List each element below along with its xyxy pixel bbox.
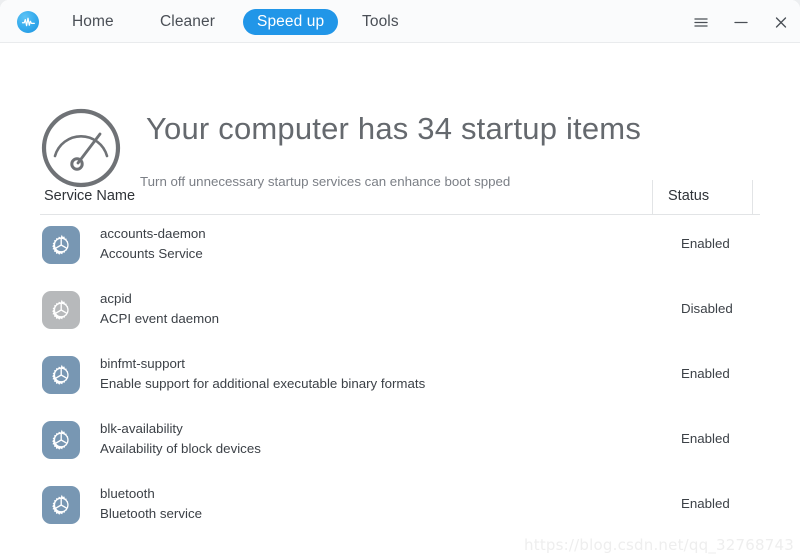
service-description: Bluetooth service xyxy=(100,506,202,521)
nav-item-home[interactable]: Home xyxy=(72,10,114,34)
table-row[interactable]: accounts-daemon Accounts Service Enabled xyxy=(0,215,800,280)
table-row[interactable]: bluetooth Bluetooth service Enabled xyxy=(0,475,800,540)
service-description: Enable support for additional executable… xyxy=(100,376,426,391)
watermark: https://blog.csdn.net/qq_32768743 xyxy=(524,536,794,554)
service-name: accounts-daemon xyxy=(100,226,206,241)
column-header-service-name[interactable]: Service Name xyxy=(44,188,135,204)
table-body: accounts-daemon Accounts Service Enabled xyxy=(0,215,800,540)
service-name: acpid xyxy=(100,291,132,306)
service-name: binfmt-support xyxy=(100,356,185,371)
column-divider-right xyxy=(752,180,753,215)
gear-icon xyxy=(42,226,80,264)
service-description: Accounts Service xyxy=(100,246,203,261)
close-icon[interactable] xyxy=(770,11,792,33)
column-divider-left xyxy=(652,180,653,215)
gear-icon xyxy=(42,421,80,459)
gear-icon xyxy=(42,356,80,394)
gear-icon xyxy=(42,291,80,329)
service-description: ACPI event daemon xyxy=(100,311,220,326)
nav-item-speed-up[interactable]: Speed up xyxy=(243,9,339,35)
gear-icon xyxy=(42,486,80,524)
table-row[interactable]: binfmt-support Enable support for additi… xyxy=(0,345,800,410)
nav-item-tools[interactable]: Tools xyxy=(362,10,399,34)
service-description: Availability of block devices xyxy=(100,441,261,456)
service-name: blk-availability xyxy=(100,421,183,436)
app-window: Home Cleaner Speed up Tools Your compute… xyxy=(0,0,800,560)
startup-services-table: Service Name Status accounts-daemon Acco… xyxy=(0,180,800,540)
table-row[interactable]: blk-availability Availability of block d… xyxy=(0,410,800,475)
service-name: bluetooth xyxy=(100,486,155,501)
table-row[interactable]: acpid ACPI event daemon Disabled xyxy=(0,280,800,345)
status-badge[interactable]: Enabled xyxy=(681,366,730,381)
status-badge[interactable]: Enabled xyxy=(681,236,730,251)
nav-item-cleaner[interactable]: Cleaner xyxy=(160,10,215,34)
status-badge[interactable]: Enabled xyxy=(681,431,730,446)
status-badge[interactable]: Enabled xyxy=(681,496,730,511)
waveform-logo-icon xyxy=(17,11,39,33)
minimize-icon[interactable] xyxy=(730,11,752,33)
column-header-status[interactable]: Status xyxy=(668,188,709,204)
table-header-row: Service Name Status xyxy=(40,180,760,215)
hero-header: Your computer has 34 startup items Turn … xyxy=(0,43,800,189)
titlebar: Home Cleaner Speed up Tools xyxy=(0,0,800,43)
page-title: Your computer has 34 startup items xyxy=(146,111,642,146)
hamburger-menu-icon[interactable] xyxy=(690,11,712,33)
status-badge[interactable]: Disabled xyxy=(681,301,733,316)
